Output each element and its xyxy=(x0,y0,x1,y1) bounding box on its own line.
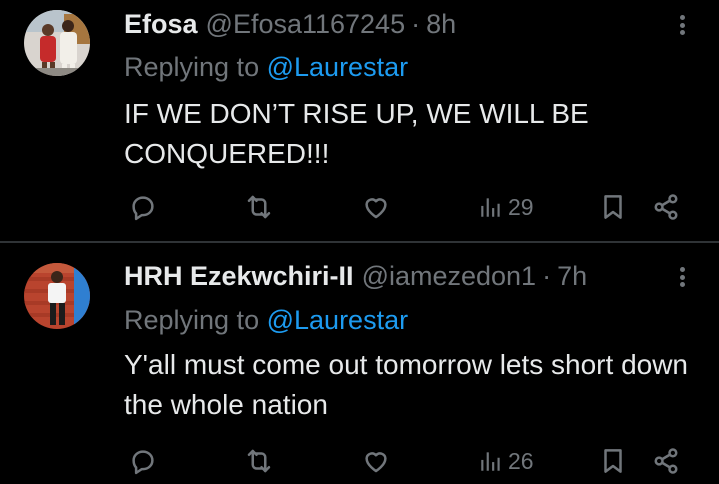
bookmark-button[interactable] xyxy=(598,441,628,481)
retweet-icon xyxy=(244,446,274,476)
reply-button[interactable] xyxy=(128,441,158,481)
display-name[interactable]: Efosa xyxy=(124,8,198,40)
tweet-text: Y'all must come out tomorrow lets short … xyxy=(124,349,689,420)
user-handle[interactable]: @iamezedon1 xyxy=(362,260,537,292)
views-icon xyxy=(478,194,504,220)
views-button[interactable]: 26 xyxy=(478,441,534,481)
share-icon xyxy=(651,192,681,222)
retweet-button[interactable] xyxy=(244,441,274,481)
more-icon[interactable] xyxy=(672,10,692,40)
replying-prefix: Replying to xyxy=(124,52,260,82)
reply-button[interactable] xyxy=(128,187,158,227)
tweet[interactable]: HRH Ezekwchiri-II @iamezedon1 · 7h Reply… xyxy=(0,243,719,484)
separator: · xyxy=(411,9,421,39)
tweet[interactable]: Efosa @Efosa1167245 · 8h Replying to @La… xyxy=(0,0,719,242)
retweet-icon xyxy=(244,192,274,222)
bookmark-icon xyxy=(598,192,628,222)
mention-link[interactable]: @Laurestar xyxy=(267,52,408,82)
avatar[interactable] xyxy=(24,263,90,329)
like-icon xyxy=(361,446,391,476)
bookmark-button[interactable] xyxy=(598,187,628,227)
like-button[interactable] xyxy=(361,441,391,481)
action-bar: 29 xyxy=(0,187,719,227)
share-button[interactable] xyxy=(651,187,681,227)
action-bar: 26 xyxy=(0,441,719,481)
timestamp[interactable]: 8h xyxy=(426,8,456,40)
display-name[interactable]: HRH Ezekwchiri-II xyxy=(124,260,354,292)
timestamp[interactable]: 7h xyxy=(557,260,587,292)
reply-icon xyxy=(128,446,158,476)
views-icon xyxy=(478,448,504,474)
separator: · xyxy=(542,261,552,291)
views-count: 26 xyxy=(508,447,534,474)
like-button[interactable] xyxy=(361,187,391,227)
like-icon xyxy=(361,192,391,222)
share-icon xyxy=(651,446,681,476)
tweet-text: IF WE DON’T RISE UP, WE WILL BE CONQUERE… xyxy=(124,98,589,169)
avatar[interactable] xyxy=(24,10,90,76)
replying-to-line: Replying to @Laurestar xyxy=(124,304,408,336)
mention-link[interactable]: @Laurestar xyxy=(267,305,408,335)
replying-to-line: Replying to @Laurestar xyxy=(124,51,408,83)
tweet-header: Efosa @Efosa1167245 · 8h xyxy=(124,8,456,40)
bookmark-icon xyxy=(598,446,628,476)
user-handle[interactable]: @Efosa1167245 xyxy=(206,8,406,40)
views-button[interactable]: 29 xyxy=(478,187,534,227)
replying-prefix: Replying to xyxy=(124,305,260,335)
share-button[interactable] xyxy=(651,441,681,481)
reply-icon xyxy=(128,192,158,222)
tweet-header: HRH Ezekwchiri-II @iamezedon1 · 7h xyxy=(124,260,587,292)
more-icon[interactable] xyxy=(672,262,692,292)
views-count: 29 xyxy=(508,193,534,220)
retweet-button[interactable] xyxy=(244,187,274,227)
